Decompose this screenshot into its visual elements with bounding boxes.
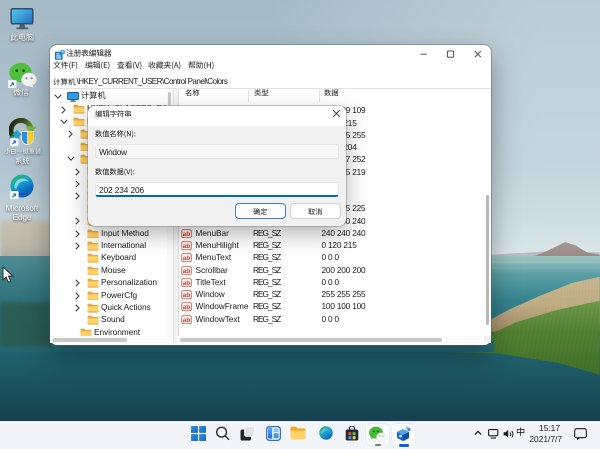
- svg-text:ab: ab: [183, 268, 191, 275]
- svg-text:ab: ab: [183, 292, 191, 299]
- svg-text:ab: ab: [183, 304, 191, 311]
- svg-text:ab: ab: [183, 231, 191, 238]
- svg-text:ab: ab: [183, 317, 191, 324]
- svg-text:ab: ab: [183, 280, 191, 287]
- svg-text:ab: ab: [183, 255, 191, 262]
- svg-text:ab: ab: [183, 243, 191, 250]
